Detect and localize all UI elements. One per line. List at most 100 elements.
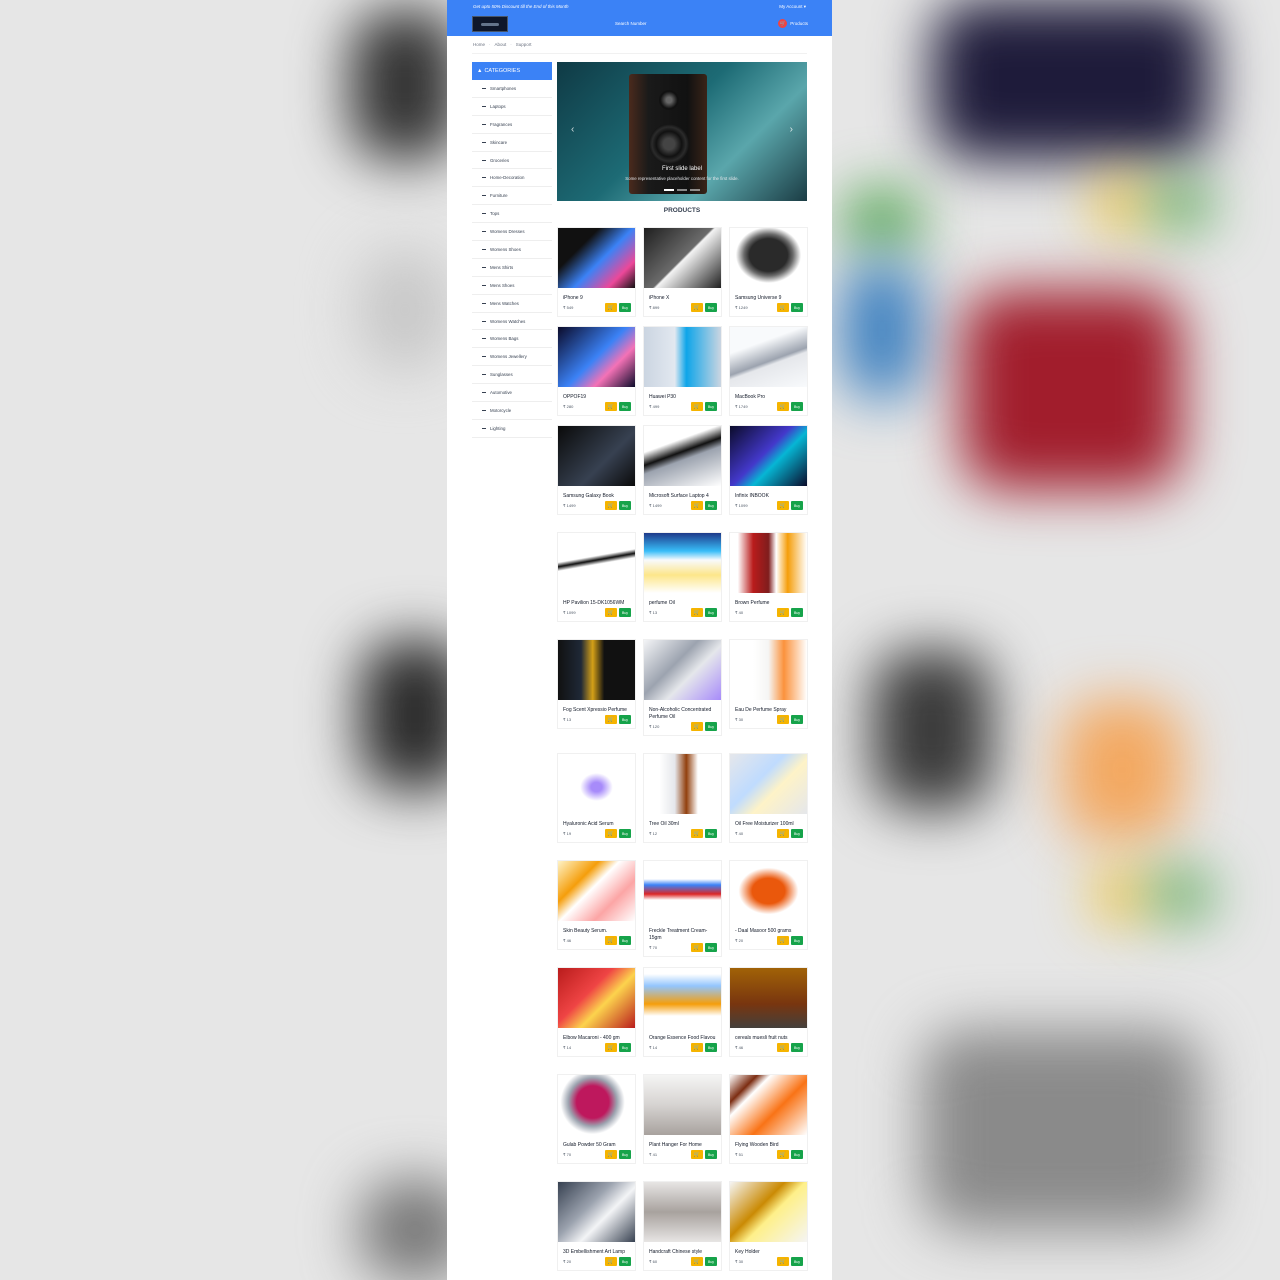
add-to-cart-button[interactable]: 🛒: [605, 608, 617, 617]
my-account-dropdown[interactable]: My Account ▾: [779, 4, 806, 10]
product-name[interactable]: Plant Hanger For Home: [649, 1142, 721, 1149]
product-card[interactable]: Samsung Universe 9 ₹ 1249 🛒 Buy: [729, 227, 808, 317]
product-name[interactable]: cereals muesli fruit nuts: [735, 1035, 807, 1042]
product-name[interactable]: Hyaluronic Acid Serum: [563, 821, 635, 828]
buy-button[interactable]: Buy: [705, 722, 717, 731]
add-to-cart-button[interactable]: 🛒: [605, 1257, 617, 1266]
sidebar-category-item[interactable]: Womens Watches: [472, 313, 552, 331]
product-image[interactable]: [644, 1075, 721, 1135]
product-name[interactable]: Flying Wooden Bird: [735, 1142, 807, 1149]
product-card[interactable]: Handcraft Chinese style ₹ 60 🛒 Buy: [643, 1181, 722, 1271]
buy-button[interactable]: Buy: [619, 501, 631, 510]
buy-button[interactable]: Buy: [619, 1043, 631, 1052]
add-to-cart-button[interactable]: 🛒: [605, 501, 617, 510]
add-to-cart-button[interactable]: 🛒: [691, 303, 703, 312]
product-name[interactable]: HP Pavilion 15-DK1056WM: [563, 600, 635, 607]
add-to-cart-button[interactable]: 🛒: [777, 501, 789, 510]
product-card[interactable]: MacBook Pro ₹ 1749 🛒 Buy: [729, 326, 808, 416]
product-card[interactable]: Gulab Powder 50 Gram ₹ 70 🛒 Buy: [557, 1074, 636, 1164]
product-name[interactable]: Infinix INBOOK: [735, 493, 807, 500]
add-to-cart-button[interactable]: 🛒: [691, 943, 703, 952]
buy-button[interactable]: Buy: [619, 608, 631, 617]
product-image[interactable]: [730, 327, 807, 387]
product-image[interactable]: [558, 426, 635, 486]
add-to-cart-button[interactable]: 🛒: [605, 1150, 617, 1159]
sidebar-category-item[interactable]: Womens Dresses: [472, 223, 552, 242]
product-image[interactable]: [558, 861, 635, 921]
product-image[interactable]: [730, 426, 807, 486]
buy-button[interactable]: Buy: [791, 402, 803, 411]
product-card[interactable]: Flying Wooden Bird ₹ 51 🛒 Buy: [729, 1074, 808, 1164]
product-card[interactable]: Tree Oil 30ml ₹ 12 🛒 Buy: [643, 753, 722, 843]
product-card[interactable]: Non-Alcoholic Concentrated Perfume Oil ₹ …: [643, 639, 722, 736]
buy-button[interactable]: Buy: [791, 829, 803, 838]
product-name[interactable]: OPPOF19: [563, 394, 635, 401]
add-to-cart-button[interactable]: 🛒: [605, 936, 617, 945]
product-card[interactable]: Fog Scent Xpressio Perfume ₹ 13 🛒 Buy: [557, 639, 636, 729]
product-image[interactable]: [730, 228, 807, 288]
cart-link[interactable]: 🛒 Products: [778, 19, 808, 28]
product-name[interactable]: Handcraft Chinese style: [649, 1249, 721, 1256]
product-name[interactable]: 3D Embellishment Art Lamp: [563, 1249, 635, 1256]
product-name[interactable]: - Daal Masoor 500 grams: [735, 928, 807, 935]
buy-button[interactable]: Buy: [791, 1150, 803, 1159]
chevron-left-icon[interactable]: ‹: [571, 124, 574, 135]
add-to-cart-button[interactable]: 🛒: [777, 303, 789, 312]
product-image[interactable]: [644, 861, 721, 921]
sidebar-category-item[interactable]: Mens Watches: [472, 295, 552, 313]
product-card[interactable]: cereals muesli fruit nuts ₹ 46 🛒 Buy: [729, 967, 808, 1057]
product-card[interactable]: HP Pavilion 15-DK1056WM ₹ 1099 🛒 Buy: [557, 532, 636, 622]
sidebar-category-item[interactable]: Furniture: [472, 187, 552, 206]
breadcrumb-support[interactable]: Support: [516, 42, 532, 47]
product-card[interactable]: Orange Essence Food Flavou ₹ 14 🛒 Buy: [643, 967, 722, 1057]
product-image[interactable]: [644, 533, 721, 593]
add-to-cart-button[interactable]: 🛒: [777, 936, 789, 945]
store-logo[interactable]: [472, 16, 508, 32]
product-name[interactable]: perfume Oil: [649, 600, 721, 607]
buy-button[interactable]: Buy: [791, 1043, 803, 1052]
product-image[interactable]: [730, 861, 807, 921]
product-card[interactable]: iPhone X ₹ 899 🛒 Buy: [643, 227, 722, 317]
sidebar-category-item[interactable]: Home-Decoration: [472, 169, 552, 188]
product-card[interactable]: Infinix INBOOK ₹ 1099 🛒 Buy: [729, 425, 808, 515]
add-to-cart-button[interactable]: 🛒: [777, 608, 789, 617]
buy-button[interactable]: Buy: [791, 715, 803, 724]
buy-button[interactable]: Buy: [791, 936, 803, 945]
sidebar-category-item[interactable]: Sunglasses: [472, 366, 552, 385]
add-to-cart-button[interactable]: 🛒: [777, 715, 789, 724]
product-card[interactable]: Key Holder ₹ 30 🛒 Buy: [729, 1181, 808, 1271]
add-to-cart-button[interactable]: 🛒: [691, 501, 703, 510]
product-image[interactable]: [644, 327, 721, 387]
buy-button[interactable]: Buy: [791, 303, 803, 312]
add-to-cart-button[interactable]: 🛒: [605, 715, 617, 724]
product-card[interactable]: Oil Free Moisturizer 100ml ₹ 40 🛒 Buy: [729, 753, 808, 843]
add-to-cart-button[interactable]: 🛒: [605, 303, 617, 312]
carousel-indicator[interactable]: [690, 189, 700, 191]
product-card[interactable]: Huawei P30 ₹ 499 🛒 Buy: [643, 326, 722, 416]
add-to-cart-button[interactable]: 🛒: [605, 829, 617, 838]
product-image[interactable]: [730, 533, 807, 593]
product-image[interactable]: [644, 1182, 721, 1242]
sidebar-category-item[interactable]: Lighting: [472, 420, 552, 438]
product-image[interactable]: [644, 426, 721, 486]
buy-button[interactable]: Buy: [705, 608, 717, 617]
sidebar-category-item[interactable]: Groceries: [472, 152, 552, 170]
product-name[interactable]: Huawei P30: [649, 394, 721, 401]
add-to-cart-button[interactable]: 🛒: [605, 1043, 617, 1052]
product-name[interactable]: iPhone X: [649, 295, 721, 302]
buy-button[interactable]: Buy: [705, 1257, 717, 1266]
product-image[interactable]: [558, 533, 635, 593]
buy-button[interactable]: Buy: [705, 303, 717, 312]
product-card[interactable]: OPPOF19 ₹ 280 🛒 Buy: [557, 326, 636, 416]
product-name[interactable]: Elbow Macaroni - 400 gm: [563, 1035, 635, 1042]
product-name[interactable]: Eau De Perfume Spray: [735, 707, 807, 714]
product-image[interactable]: [558, 640, 635, 700]
product-image[interactable]: [558, 968, 635, 1028]
add-to-cart-button[interactable]: 🛒: [777, 829, 789, 838]
sidebar-category-item[interactable]: Womens Jewellery: [472, 348, 552, 367]
product-image[interactable]: [558, 1182, 635, 1242]
carousel-indicator[interactable]: [664, 189, 674, 191]
add-to-cart-button[interactable]: 🛒: [777, 1043, 789, 1052]
buy-button[interactable]: Buy: [791, 608, 803, 617]
product-name[interactable]: Tree Oil 30ml: [649, 821, 721, 828]
